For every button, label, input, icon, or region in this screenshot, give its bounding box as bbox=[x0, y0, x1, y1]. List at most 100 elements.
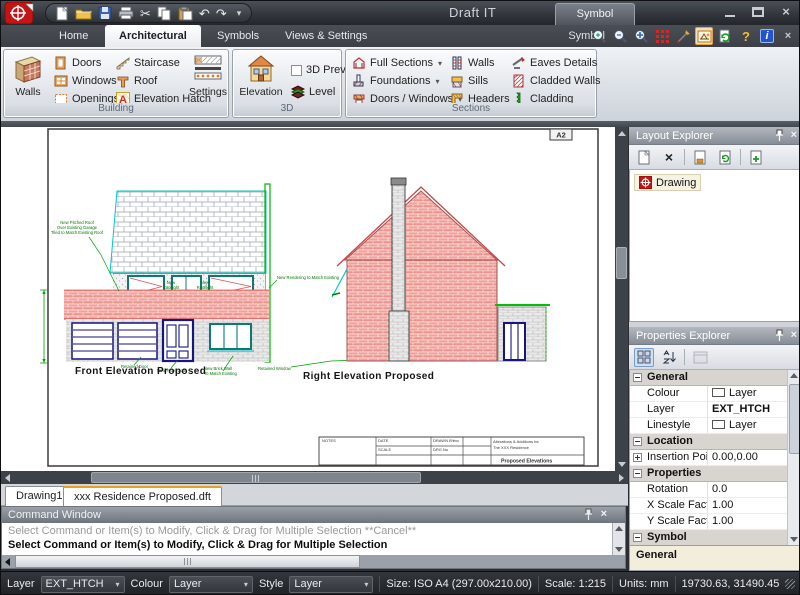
zoom-out-icon[interactable] bbox=[611, 27, 629, 45]
collapse-icon[interactable] bbox=[633, 373, 642, 382]
canvas-horizontal-scrollbar[interactable] bbox=[1, 471, 628, 484]
save-icon[interactable] bbox=[98, 6, 112, 20]
properties-scroll-thumb[interactable] bbox=[789, 384, 800, 454]
collapse-icon[interactable] bbox=[633, 469, 642, 478]
scroll-up-icon[interactable] bbox=[615, 526, 623, 531]
help-icon[interactable]: ? bbox=[737, 27, 755, 45]
prop-row-layer[interactable]: LayerEXT_HTCH bbox=[630, 402, 800, 418]
qat-customize-caret-icon[interactable]: ▾ bbox=[237, 8, 242, 19]
info-icon[interactable]: i bbox=[758, 27, 776, 45]
app-menu-button[interactable] bbox=[4, 2, 36, 24]
resize-grip[interactable] bbox=[785, 579, 795, 589]
sketch-mode-icon[interactable] bbox=[695, 27, 713, 45]
categorized-view-icon[interactable] bbox=[634, 348, 654, 367]
snap-icon[interactable] bbox=[674, 27, 692, 45]
command-horizontal-scrollbar[interactable] bbox=[2, 555, 625, 568]
prop-value[interactable]: 1.00 bbox=[707, 514, 787, 529]
prop-row-colour[interactable]: ColourLayer bbox=[630, 386, 800, 402]
sort-az-icon[interactable] bbox=[659, 348, 679, 367]
doc-tab-residence[interactable]: xxx Residence Proposed.dft bbox=[63, 486, 222, 506]
walls-sections-button[interactable]: Walls bbox=[450, 55, 494, 71]
command-history[interactable]: Select Command or Item(s) to Modify, Cli… bbox=[2, 523, 612, 555]
command-vertical-scrollbar[interactable] bbox=[612, 523, 625, 555]
sills-button[interactable]: Sills bbox=[450, 73, 488, 89]
expand-icon[interactable] bbox=[633, 453, 642, 462]
properties-scrollbar[interactable] bbox=[787, 370, 800, 545]
scroll-up-icon[interactable] bbox=[790, 373, 798, 378]
scroll-right-icon[interactable] bbox=[619, 474, 624, 482]
paste-icon[interactable] bbox=[178, 6, 193, 21]
prop-value[interactable]: Layer bbox=[729, 419, 757, 431]
collapse-icon[interactable] bbox=[633, 533, 642, 542]
minimize-icon[interactable] bbox=[723, 6, 737, 18]
print-icon[interactable] bbox=[118, 6, 134, 20]
category-row-properties[interactable]: Properties bbox=[630, 466, 800, 482]
prop-row-rotation[interactable]: Rotation0.0 bbox=[630, 482, 800, 498]
scroll-down-icon[interactable] bbox=[618, 462, 626, 467]
windows-button[interactable]: Windows bbox=[54, 73, 117, 89]
properties-explorer-titlebar[interactable]: Properties Explorer × bbox=[629, 327, 800, 345]
close-window-icon[interactable]: × bbox=[779, 6, 793, 18]
properties-explorer-close-icon[interactable]: × bbox=[791, 329, 797, 342]
style-combo[interactable]: Layer▾ bbox=[289, 576, 373, 593]
elevation-button[interactable]: Elevation bbox=[236, 53, 286, 103]
prop-value[interactable]: Layer bbox=[729, 387, 757, 399]
zoom-extents-icon[interactable] bbox=[632, 27, 650, 45]
tab-architectural[interactable]: Architectural bbox=[105, 25, 201, 47]
cladded-walls-button[interactable]: Cladded Walls bbox=[512, 73, 601, 89]
foundations-button[interactable]: Foundations ▾ bbox=[352, 73, 440, 89]
new-document-icon[interactable] bbox=[56, 6, 69, 21]
insert-layout-icon[interactable] bbox=[746, 148, 766, 167]
scroll-up-icon[interactable] bbox=[618, 131, 626, 136]
tab-views-settings[interactable]: Views & Settings bbox=[271, 25, 381, 47]
layer-combo[interactable]: EXT_HTCH▾ bbox=[41, 576, 125, 593]
tab-home[interactable]: Home bbox=[45, 25, 102, 47]
full-sections-button[interactable]: Full Sections ▾ bbox=[352, 55, 442, 71]
grid-icon[interactable] bbox=[653, 27, 671, 45]
redo-icon[interactable]: ↷ bbox=[216, 7, 227, 20]
3d-preview-checkbox-box[interactable] bbox=[291, 65, 302, 76]
layout-explorer-close-icon[interactable]: × bbox=[791, 129, 797, 142]
copy-icon[interactable] bbox=[157, 6, 172, 21]
doors-button[interactable]: Doors bbox=[54, 55, 101, 71]
prop-value[interactable]: 1.00 bbox=[707, 498, 787, 513]
linestyle-swatch[interactable] bbox=[712, 420, 725, 429]
colour-combo[interactable]: Layer▾ bbox=[169, 576, 253, 593]
ribbon-close-icon[interactable]: × bbox=[779, 27, 797, 45]
undo-icon[interactable]: ↶ bbox=[199, 7, 210, 20]
maximize-icon[interactable] bbox=[751, 6, 765, 18]
category-row-general[interactable]: General bbox=[630, 370, 800, 386]
category-row-location[interactable]: Location bbox=[630, 434, 800, 450]
tab-symbols[interactable]: Symbols bbox=[203, 25, 273, 47]
delete-layout-icon[interactable]: × bbox=[659, 148, 679, 167]
prop-value[interactable]: EXT_HTCH bbox=[707, 402, 787, 417]
command-window-titlebar[interactable]: Command Window × bbox=[2, 507, 625, 523]
scroll-down-icon[interactable] bbox=[615, 547, 623, 552]
roof-button[interactable]: Roof bbox=[116, 73, 157, 89]
eaves-details-button[interactable]: Eaves Details bbox=[512, 55, 597, 71]
refresh-icon[interactable] bbox=[716, 27, 734, 45]
refresh-layout-icon[interactable] bbox=[715, 148, 735, 167]
prop-row-x-scale[interactable]: X Scale Factor1.00 bbox=[630, 498, 800, 514]
scroll-left-icon[interactable] bbox=[5, 558, 10, 566]
prop-row-linestyle[interactable]: LinestyleLayer bbox=[630, 418, 800, 434]
active-document-title-tab[interactable]: Symbol bbox=[555, 3, 635, 25]
pin-icon[interactable] bbox=[584, 508, 593, 521]
command-hscroll-thumb[interactable] bbox=[15, 555, 360, 568]
new-layout-icon[interactable] bbox=[634, 148, 654, 167]
scroll-down-icon[interactable] bbox=[790, 537, 798, 542]
drawing-canvas[interactable]: A2 New Rooflight New Roofli bbox=[1, 127, 615, 471]
prop-value[interactable]: 0.0 bbox=[707, 482, 787, 497]
category-row-symbol[interactable]: Symbol bbox=[630, 530, 800, 546]
pin-icon[interactable] bbox=[775, 129, 784, 142]
layout-tree-item-drawing[interactable]: Drawing bbox=[634, 174, 701, 191]
canvas-vscroll-thumb[interactable] bbox=[616, 247, 627, 279]
collapse-icon[interactable] bbox=[633, 437, 642, 446]
layout-explorer-titlebar[interactable]: Layout Explorer × bbox=[629, 127, 800, 145]
zoom-in-icon[interactable] bbox=[590, 27, 608, 45]
prop-row-insertion-point[interactable]: Insertion Point0.00,0.00 bbox=[630, 450, 800, 466]
scroll-left-icon[interactable] bbox=[5, 474, 10, 482]
level-button[interactable]: Level bbox=[291, 84, 335, 100]
cut-icon[interactable]: ✂ bbox=[140, 7, 151, 20]
command-window-close-icon[interactable]: × bbox=[601, 508, 607, 521]
